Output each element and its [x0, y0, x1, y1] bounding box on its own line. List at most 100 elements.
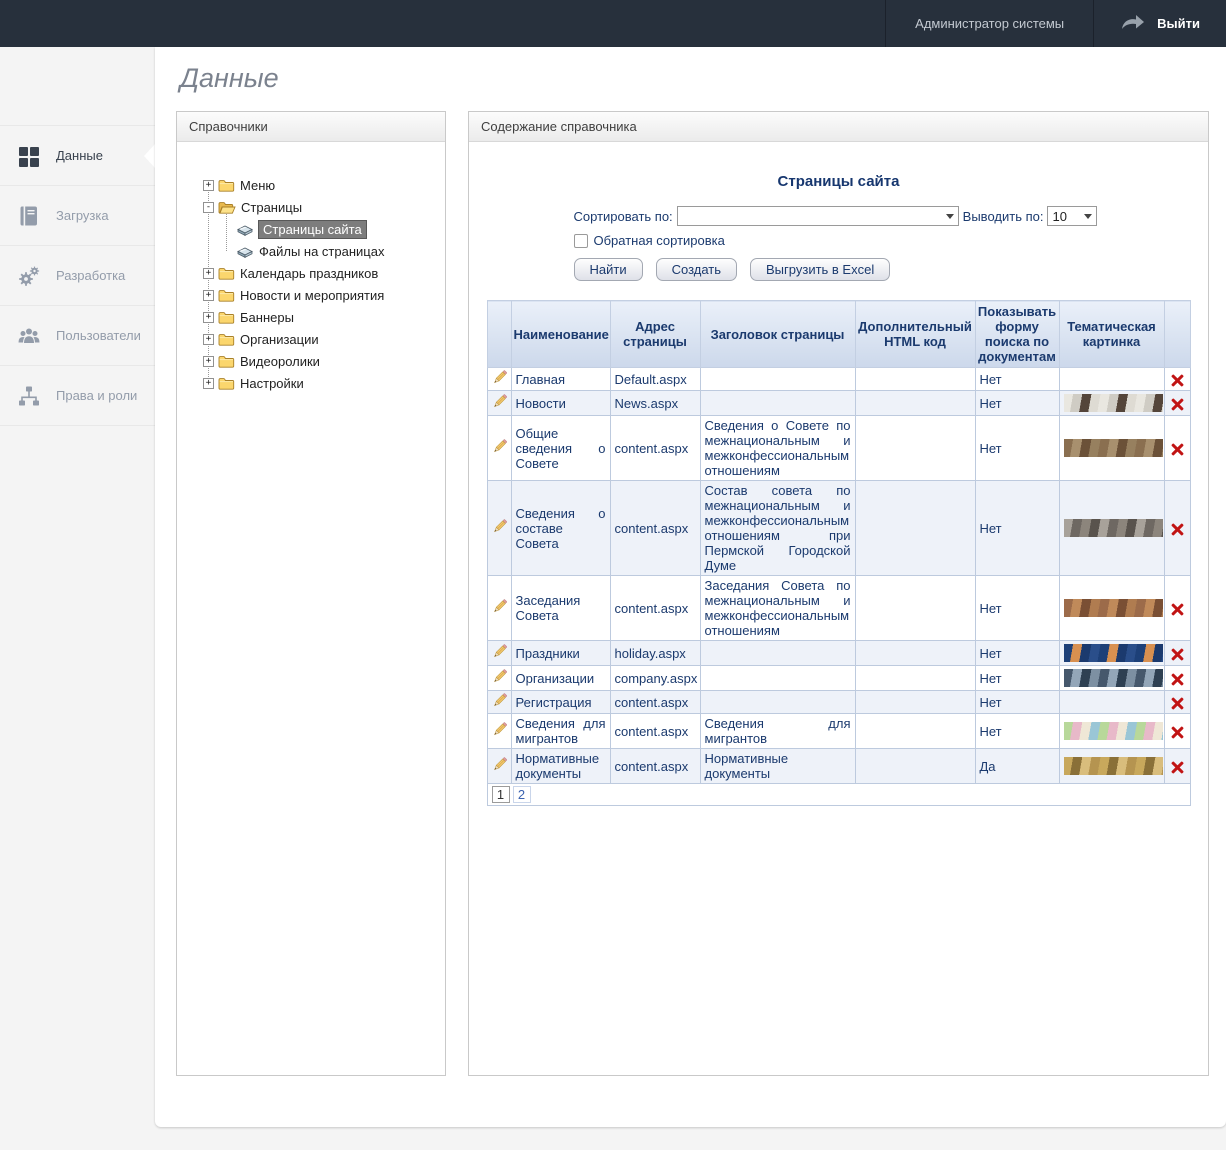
gears-icon: [17, 264, 41, 288]
tree-node-site-pages[interactable]: Страницы сайта: [221, 218, 445, 240]
edit-button[interactable]: [492, 394, 507, 409]
cell-html: [855, 576, 975, 641]
tree-node-label[interactable]: Баннеры: [240, 310, 294, 325]
edit-button[interactable]: [492, 439, 507, 454]
tree-node-banners[interactable]: + Баннеры: [203, 306, 445, 328]
cell-address: content.aspx: [610, 416, 700, 481]
expand-icon[interactable]: +: [203, 180, 214, 191]
delete-button[interactable]: [1171, 648, 1184, 661]
tree-node-label[interactable]: Организации: [240, 332, 319, 347]
expand-icon[interactable]: +: [203, 356, 214, 367]
expand-icon[interactable]: +: [203, 312, 214, 323]
cell-name: Сведения о составе Совета: [511, 481, 610, 576]
table-row: Сведения для мигрантовcontent.aspxСведен…: [487, 714, 1190, 749]
tree-node-news-events[interactable]: + Новости и мероприятия: [203, 284, 445, 306]
sidebar-item-development[interactable]: Разработка: [0, 246, 155, 306]
tree-node-label[interactable]: Файлы на страницах: [259, 244, 384, 259]
book-leaf-icon: [236, 222, 254, 237]
sidebar-item-data[interactable]: Данные: [0, 125, 155, 186]
folder-icon: [218, 355, 235, 368]
cell-address: content.aspx: [610, 576, 700, 641]
column-header: [1164, 301, 1190, 368]
expand-icon[interactable]: +: [203, 378, 214, 389]
cell-image: [1059, 641, 1164, 666]
cell-html: [855, 749, 975, 784]
cell-name: Главная: [511, 368, 610, 391]
tree-node-holidays-calendar[interactable]: + Календарь праздников: [203, 262, 445, 284]
tree-node-label[interactable]: Видеоролики: [240, 354, 320, 369]
collapse-icon[interactable]: -: [203, 202, 214, 213]
cell-address: content.aspx: [610, 481, 700, 576]
cell-image: [1059, 714, 1164, 749]
delete-button[interactable]: [1171, 523, 1184, 536]
tree-node-label[interactable]: Новости и мероприятия: [240, 288, 384, 303]
edit-button[interactable]: [492, 757, 507, 772]
cell-search-form: Нет: [975, 641, 1059, 666]
edit-button[interactable]: [492, 370, 507, 385]
logout-button[interactable]: Выйти: [1094, 0, 1226, 47]
cell-name: Заседания Совета: [511, 576, 610, 641]
reverse-sort-checkbox[interactable]: [574, 234, 588, 248]
cell-html: [855, 391, 975, 416]
expand-icon[interactable]: +: [203, 290, 214, 301]
table-row: НовостиNews.aspxНет: [487, 391, 1190, 416]
thematic-image: [1064, 394, 1163, 412]
tree-node-videos[interactable]: + Видеоролики: [203, 350, 445, 372]
tree-node-page-files[interactable]: Файлы на страницах: [221, 240, 445, 262]
page-size-select[interactable]: 10: [1047, 206, 1097, 226]
edit-button[interactable]: [492, 693, 507, 708]
reverse-sort-label: Обратная сортировка: [594, 233, 725, 248]
page-link-2[interactable]: 2: [513, 786, 531, 803]
delete-button[interactable]: [1171, 374, 1184, 387]
delete-button[interactable]: [1171, 603, 1184, 616]
dropdown-arrow-icon: [946, 214, 954, 219]
cell-image: [1059, 749, 1164, 784]
sidebar-item-users[interactable]: Пользователи: [0, 306, 155, 366]
tree-node-label[interactable]: Страницы сайта: [258, 220, 367, 239]
tree-node-organizations[interactable]: + Организации: [203, 328, 445, 350]
expand-icon[interactable]: +: [203, 268, 214, 279]
folder-icon: [218, 377, 235, 390]
tree-node-label[interactable]: Календарь праздников: [240, 266, 378, 281]
delete-button[interactable]: [1171, 697, 1184, 710]
tree-node-label[interactable]: Настройки: [240, 376, 304, 391]
expand-icon[interactable]: +: [203, 334, 214, 345]
tree-node-pages[interactable]: - Страницы: [203, 196, 445, 218]
sidebar-item-label: Загрузка: [56, 208, 109, 223]
tree-node-settings[interactable]: + Настройки: [203, 372, 445, 394]
users-icon: [17, 324, 41, 348]
edit-button[interactable]: [492, 722, 507, 737]
page-link-1: 1: [492, 786, 510, 803]
export-button[interactable]: Выгрузить в Excel: [750, 258, 890, 281]
delete-button[interactable]: [1171, 443, 1184, 456]
folder-icon: [218, 311, 235, 324]
page-size-value: 10: [1052, 209, 1066, 224]
edit-button[interactable]: [492, 519, 507, 534]
create-button[interactable]: Создать: [656, 258, 737, 281]
tree-node-menu[interactable]: + Меню: [203, 174, 445, 196]
delete-button[interactable]: [1171, 673, 1184, 686]
delete-button[interactable]: [1171, 398, 1184, 411]
column-header: Наименование: [511, 301, 610, 368]
directories-panel: Справочники +Меню-СтраницыСтраницы сайта…: [176, 111, 446, 1076]
current-user-button[interactable]: Администратор системы: [885, 0, 1094, 47]
edit-button[interactable]: [492, 599, 507, 614]
edit-button[interactable]: [492, 669, 507, 684]
edit-button[interactable]: [492, 644, 507, 659]
delete-button[interactable]: [1171, 761, 1184, 774]
sidebar-item-upload[interactable]: Загрузка: [0, 186, 155, 246]
directories-tree: + Меню - Страницы Страницы сайта Файлы на стр…: [177, 142, 445, 394]
cell-address: company.aspx: [610, 666, 700, 691]
tree-node-label[interactable]: Меню: [240, 178, 275, 193]
tree-node-label[interactable]: Страницы: [241, 200, 302, 215]
sidebar-item-rights[interactable]: Права и роли: [0, 366, 155, 426]
thematic-image: [1064, 722, 1163, 740]
delete-button[interactable]: [1171, 726, 1184, 739]
directory-content-panel-title: Содержание справочника: [469, 112, 1208, 142]
find-button[interactable]: Найти: [574, 258, 643, 281]
cell-address: content.aspx: [610, 749, 700, 784]
column-header: Заголовок страницы: [700, 301, 855, 368]
table-body: ГлавнаяDefault.aspxНетНовостиNews.aspxНе…: [487, 368, 1190, 806]
current-user-label: Администратор системы: [915, 16, 1064, 31]
sort-select[interactable]: [677, 206, 959, 226]
